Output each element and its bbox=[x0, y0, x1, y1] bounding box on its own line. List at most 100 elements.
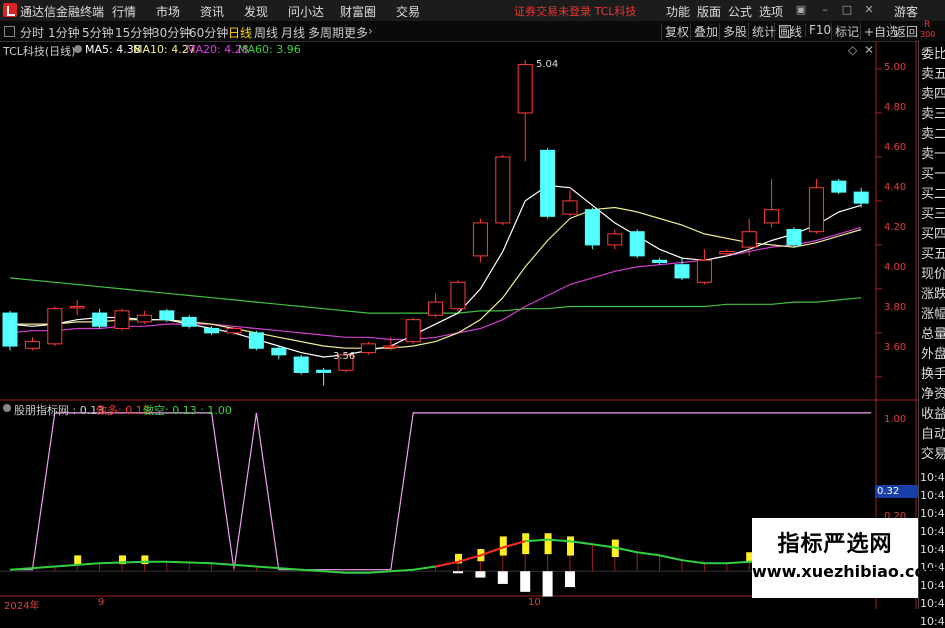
app-title: 通达信金融终端 bbox=[20, 5, 105, 19]
tab-60min[interactable]: 60分钟 bbox=[189, 24, 228, 41]
candle-body bbox=[428, 301, 444, 316]
expand-icon[interactable]: ◇ bbox=[848, 43, 857, 57]
candle-body bbox=[248, 332, 264, 349]
indicator-name: 股朋指标网 : 0.13 bbox=[14, 404, 105, 417]
tab-monthly[interactable]: 月线 bbox=[281, 24, 305, 41]
candle-body bbox=[159, 310, 175, 321]
skin-icon[interactable]: ▣ bbox=[794, 3, 808, 17]
indicator-settings-icon[interactable] bbox=[3, 404, 11, 412]
tick-time: 10:48 bbox=[920, 507, 945, 520]
candle-body bbox=[271, 347, 287, 356]
ma10-line bbox=[10, 206, 862, 349]
candle-body bbox=[360, 343, 376, 354]
yellow-bar bbox=[544, 533, 552, 555]
price-tick: 5.00 bbox=[884, 62, 907, 73]
candle-body bbox=[2, 312, 18, 347]
tab-multi-period[interactable]: 多周期 bbox=[308, 24, 344, 41]
ma60-label: MA60: 3.96 bbox=[238, 43, 301, 56]
side-turnover: 换手 bbox=[921, 367, 945, 382]
menu-exchange[interactable]: 市场 bbox=[156, 3, 180, 20]
ma20-line bbox=[9, 226, 862, 341]
candle-body bbox=[652, 259, 668, 263]
candle-body bbox=[181, 316, 197, 327]
side-earnings: 收益 bbox=[921, 407, 945, 422]
side-ask3: 卖三 bbox=[921, 107, 945, 122]
side-ask1: 卖一 bbox=[921, 147, 945, 162]
candle-body bbox=[472, 222, 488, 257]
candle-body bbox=[47, 308, 63, 345]
indicator-plot bbox=[0, 412, 876, 597]
btn-draw-line[interactable]: 画线 bbox=[774, 23, 805, 40]
more-chevron-icon[interactable]: › bbox=[368, 24, 373, 38]
x-label-oct: 10 bbox=[528, 597, 541, 608]
menu-trade[interactable]: 交易 bbox=[396, 3, 420, 20]
minimize-icon[interactable]: – bbox=[818, 3, 832, 17]
menu-wealth[interactable]: 财富圈 bbox=[340, 3, 376, 20]
watermark: 指标严选网 www.xuezhibiao.com bbox=[752, 518, 942, 598]
tick-time: 10:49 bbox=[920, 525, 945, 538]
btn-overlay[interactable]: 叠加 bbox=[690, 23, 721, 40]
candle-body bbox=[92, 312, 108, 327]
menu-market[interactable]: 行情 bbox=[112, 3, 136, 20]
candle-body bbox=[764, 209, 780, 224]
menu-options[interactable]: 选项 bbox=[759, 3, 783, 20]
guest-label[interactable]: 游客 bbox=[894, 3, 918, 20]
settings-dot-icon[interactable] bbox=[74, 45, 82, 53]
candle-body bbox=[719, 250, 735, 255]
side-net-asset: 净资 bbox=[921, 387, 945, 402]
side-auto[interactable]: 自动 bbox=[921, 425, 945, 445]
x-label-year: 2024年 bbox=[4, 601, 40, 612]
maximize-icon[interactable]: □ bbox=[840, 3, 854, 17]
white-bar bbox=[497, 571, 508, 584]
close-panel-icon[interactable]: ✕ bbox=[864, 43, 874, 57]
side-outer: 外盘 bbox=[921, 347, 945, 362]
side-bid3: 买三 bbox=[921, 207, 945, 222]
candle-body bbox=[450, 281, 466, 310]
candle-body bbox=[674, 264, 690, 279]
layout-toggle-icon[interactable] bbox=[4, 26, 15, 37]
tick-time: 10:48 bbox=[920, 489, 945, 502]
price-tick: 4.80 bbox=[884, 102, 907, 113]
tab-intraday[interactable]: 分时 bbox=[20, 24, 44, 41]
yellow-bar bbox=[567, 536, 574, 556]
menu-function[interactable]: 功能 bbox=[666, 3, 690, 20]
side-change: 涨跌 bbox=[921, 287, 945, 302]
x-label-sep: 9 bbox=[98, 597, 105, 608]
white-bar bbox=[520, 571, 531, 592]
btn-mark[interactable]: 标记 bbox=[831, 23, 862, 40]
menu-layout[interactable]: 版面 bbox=[697, 3, 721, 20]
btn-multi-stock[interactable]: 多股 bbox=[719, 23, 750, 40]
tab-15min[interactable]: 15分钟 bbox=[115, 24, 154, 41]
moving-averages bbox=[9, 184, 862, 358]
side-bid2: 买二 bbox=[921, 187, 945, 202]
btn-f10[interactable]: F10 bbox=[805, 23, 834, 37]
white-bar bbox=[542, 571, 553, 597]
tab-30min[interactable]: 30分钟 bbox=[152, 24, 191, 41]
menu-discover[interactable]: 发现 bbox=[244, 3, 268, 20]
tab-daily[interactable]: 日线 bbox=[228, 24, 252, 41]
tick-time: 10:48 bbox=[920, 471, 945, 484]
tab-5min[interactable]: 5分钟 bbox=[82, 24, 114, 41]
price-tick: 4.60 bbox=[884, 142, 907, 153]
side-price: 现价 bbox=[921, 267, 945, 282]
watermark-title: 指标严选网 bbox=[777, 532, 893, 557]
menu-news[interactable]: 资讯 bbox=[200, 3, 224, 20]
close-icon[interactable]: ✕ bbox=[862, 3, 876, 17]
price-tick: 3.60 bbox=[884, 342, 907, 353]
btn-back[interactable]: 返回 bbox=[890, 23, 921, 40]
candle-body bbox=[808, 187, 824, 233]
tick-time: 10:49 bbox=[920, 597, 945, 610]
menu-bar: 通达信金融终端 行情 市场 资讯 发现 问小达 财富圈 交易 证券交易未登录 T… bbox=[0, 0, 945, 22]
menu-ask[interactable]: 问小达 bbox=[288, 3, 324, 20]
side-trade[interactable]: 交易 bbox=[921, 445, 945, 465]
tab-more[interactable]: 更多 bbox=[344, 24, 368, 41]
candle-body bbox=[540, 149, 556, 217]
tab-1min[interactable]: 1分钟 bbox=[48, 24, 80, 41]
indicator-long: 做多: 0.13 bbox=[96, 404, 150, 417]
candle-body bbox=[584, 209, 600, 246]
menu-formula[interactable]: 公式 bbox=[728, 3, 752, 20]
candle-body bbox=[741, 231, 757, 248]
tab-weekly[interactable]: 周线 bbox=[254, 24, 278, 41]
price-tick: 4.40 bbox=[884, 182, 907, 193]
btn-adjust[interactable]: 复权 bbox=[661, 23, 692, 40]
